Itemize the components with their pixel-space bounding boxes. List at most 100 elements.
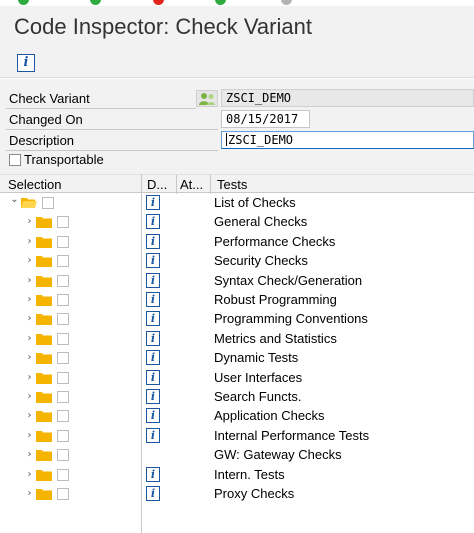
table-row[interactable]: › i Syntax Check/Generation (0, 271, 474, 290)
info-icon[interactable]: i (146, 214, 160, 230)
info-icon[interactable]: i (146, 369, 160, 385)
info-icon[interactable]: i (146, 350, 160, 366)
info-icon[interactable]: i (146, 486, 160, 501)
grey-light-icon[interactable] (281, 0, 292, 5)
info-icon[interactable]: i (17, 54, 35, 72)
folder-open-icon (21, 197, 37, 209)
test-label: Intern. Tests (214, 466, 285, 482)
green-light-icon[interactable] (90, 0, 101, 5)
folder-icon (36, 352, 52, 365)
info-icon[interactable]: i (146, 389, 160, 404)
label-underline (6, 129, 218, 130)
row-checkbox[interactable] (57, 468, 69, 481)
row-checkbox[interactable] (57, 255, 69, 268)
info-icon[interactable]: i (146, 253, 160, 269)
row-checkbox[interactable] (57, 371, 69, 384)
chevron-right-icon[interactable]: › (25, 488, 34, 499)
info-icon[interactable]: i (146, 466, 160, 482)
table-row[interactable]: › i Metrics and Statistics (0, 329, 474, 348)
transportable-checkbox[interactable] (9, 154, 21, 166)
test-label: Application Checks (214, 408, 325, 424)
green-light-icon[interactable] (18, 0, 29, 5)
red-light-icon[interactable] (153, 0, 164, 5)
row-checkbox[interactable] (57, 216, 69, 229)
row-checkbox[interactable] (57, 429, 69, 442)
code-inspector-window: Code Inspector: Check Variant i Check Va… (0, 0, 474, 533)
info-icon[interactable]: i (146, 233, 160, 249)
table-row[interactable]: › i Internal Performance Tests (0, 426, 474, 445)
chevron-right-icon[interactable]: › (25, 294, 34, 305)
table-row[interactable]: › i Search Functs. (0, 387, 474, 406)
chevron-right-icon[interactable]: › (25, 469, 34, 480)
row-checkbox[interactable] (57, 274, 69, 287)
chevron-right-icon[interactable]: › (25, 255, 34, 266)
column-header-tests[interactable]: Tests (217, 176, 247, 193)
row-checkbox[interactable] (57, 488, 69, 500)
folder-icon (36, 449, 52, 462)
info-icon[interactable]: i (146, 330, 160, 346)
chevron-right-icon[interactable]: › (25, 430, 34, 441)
chevron-right-icon[interactable]: › (25, 216, 34, 227)
row-checkbox[interactable] (57, 332, 69, 345)
folder-icon (36, 275, 52, 287)
row-checkbox[interactable] (57, 449, 69, 462)
folder-icon (36, 391, 52, 403)
column-divider[interactable] (176, 175, 177, 194)
chevron-right-icon[interactable]: › (25, 449, 34, 460)
chevron-right-icon[interactable]: › (25, 352, 34, 363)
table-row[interactable]: › i Security Checks (0, 251, 474, 270)
info-icon[interactable]: i (146, 292, 160, 307)
table-row[interactable]: › i User Interfaces (0, 368, 474, 387)
info-icon[interactable]: i (146, 427, 160, 443)
table-row[interactable]: › i Robust Programming (0, 290, 474, 309)
info-icon[interactable]: i (146, 195, 160, 210)
page-title: Code Inspector: Check Variant (14, 14, 312, 39)
check-variant-field[interactable]: ZSCI_DEMO (221, 89, 474, 107)
row-checkbox[interactable] (57, 391, 69, 403)
table-row[interactable]: › i Application Checks (0, 406, 474, 425)
label-underline (6, 108, 196, 109)
test-label: Search Functs. (214, 389, 302, 404)
folder-icon (36, 216, 52, 229)
chevron-right-icon[interactable]: › (25, 275, 34, 286)
row-checkbox[interactable] (57, 235, 69, 248)
table-row[interactable]: › i Intern. Tests (0, 465, 474, 484)
chevron-right-icon[interactable]: › (25, 313, 34, 324)
info-icon[interactable]: i (146, 408, 160, 424)
table-row[interactable]: › i General Checks (0, 212, 474, 231)
folder-icon (36, 255, 52, 268)
row-checkbox[interactable] (57, 352, 69, 365)
table-row[interactable]: › i Performance Checks (0, 232, 474, 251)
table-row[interactable]: › i Proxy Checks (0, 484, 474, 503)
chevron-right-icon[interactable]: › (25, 372, 34, 383)
check-variant-label: Check Variant (9, 91, 90, 106)
column-header-selection[interactable]: Selection (8, 176, 61, 193)
table-row[interactable]: › i Programming Conventions (0, 309, 474, 328)
folder-icon (36, 488, 52, 500)
info-icon[interactable]: i (146, 272, 160, 288)
changed-on-field[interactable]: 08/15/2017 (221, 110, 310, 128)
table-row[interactable]: › GW: Gateway Checks (0, 445, 474, 464)
chevron-down-icon[interactable]: ⌄ (10, 194, 19, 205)
chevron-right-icon[interactable]: › (25, 391, 34, 402)
folder-icon (36, 430, 52, 442)
description-input[interactable]: ZSCI_DEMO (221, 131, 474, 149)
table-row[interactable]: ⌄ i List of Checks (0, 193, 474, 212)
person-icon[interactable] (196, 90, 218, 107)
folder-icon (36, 469, 52, 481)
green-light-icon[interactable] (215, 0, 226, 5)
chevron-right-icon[interactable]: › (25, 236, 34, 247)
chevron-right-icon[interactable]: › (25, 333, 34, 344)
chevron-right-icon[interactable]: › (25, 410, 34, 421)
row-checkbox[interactable] (42, 197, 54, 209)
row-checkbox[interactable] (57, 313, 69, 326)
column-divider[interactable] (210, 175, 211, 194)
row-checkbox[interactable] (57, 410, 69, 423)
folder-icon (36, 410, 52, 423)
column-header-attributes[interactable]: At... (180, 176, 203, 193)
transportable-label: Transportable (24, 152, 104, 167)
row-checkbox[interactable] (57, 294, 69, 306)
info-icon[interactable]: i (146, 311, 160, 327)
table-row[interactable]: › i Dynamic Tests (0, 348, 474, 367)
column-header-documentation[interactable]: D... (147, 176, 167, 193)
